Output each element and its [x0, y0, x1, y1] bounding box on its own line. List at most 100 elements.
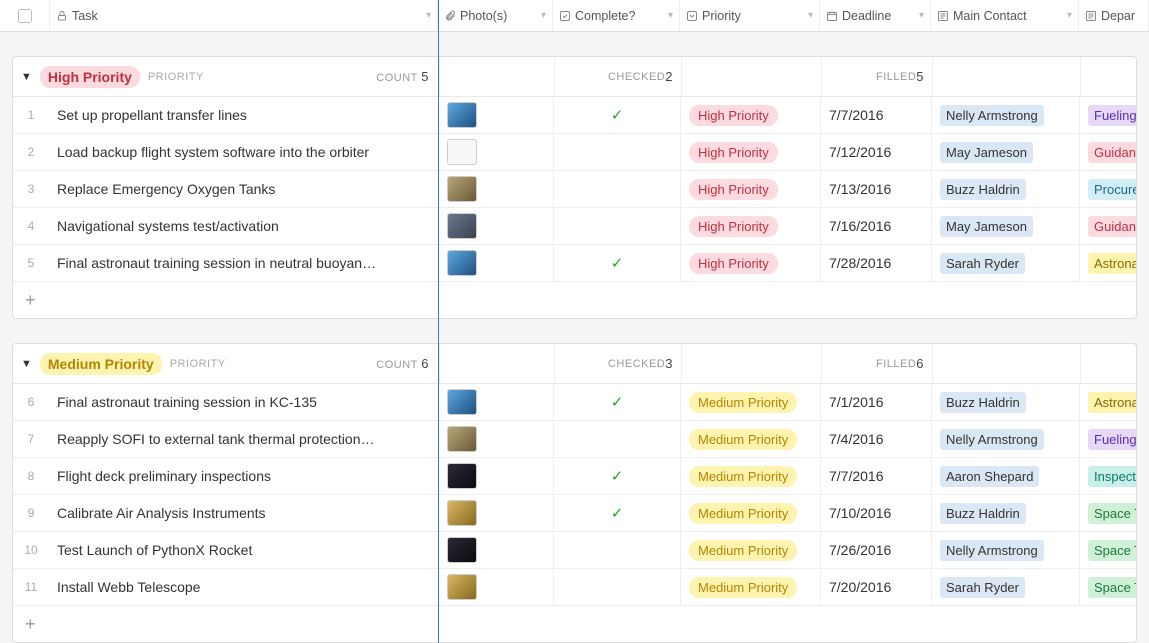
priority-cell[interactable]: Medium Priority — [681, 569, 821, 605]
photo-thumbnail[interactable] — [447, 426, 477, 452]
photo-thumbnail[interactable] — [447, 102, 477, 128]
priority-cell[interactable]: Medium Priority — [681, 532, 821, 568]
complete-cell[interactable] — [554, 569, 681, 605]
table-row[interactable]: 2Load backup flight system software into… — [13, 134, 1136, 171]
photo-cell[interactable] — [439, 97, 554, 133]
task-cell[interactable]: Navigational systems test/activation — [49, 208, 439, 244]
group-title-pill[interactable]: Medium Priority — [40, 353, 162, 375]
complete-cell[interactable]: ✓ — [554, 384, 681, 420]
photo-thumbnail[interactable] — [447, 574, 477, 600]
deadline-cell[interactable]: 7/13/2016 — [821, 171, 932, 207]
priority-cell[interactable]: Medium Priority — [681, 421, 821, 457]
dept-cell[interactable]: Fueling — [1080, 421, 1137, 457]
deadline-cell[interactable]: 7/7/2016 — [821, 458, 932, 494]
chevron-down-icon[interactable]: ▾ — [426, 10, 431, 21]
task-cell[interactable]: Replace Emergency Oxygen Tanks — [49, 171, 439, 207]
photo-thumbnail[interactable] — [447, 139, 477, 165]
task-cell[interactable]: Final astronaut training session in KC-1… — [49, 384, 439, 420]
deadline-cell[interactable]: 7/1/2016 — [821, 384, 932, 420]
table-row[interactable]: 4Navigational systems test/activationHig… — [13, 208, 1136, 245]
chevron-down-icon[interactable]: ▾ — [919, 10, 924, 21]
collapse-toggle[interactable]: ▼ — [21, 71, 32, 83]
photo-cell[interactable] — [439, 134, 554, 170]
chevron-down-icon[interactable]: ▾ — [668, 10, 673, 21]
contact-cell[interactable]: Buzz Haldrin — [932, 171, 1080, 207]
photo-cell[interactable] — [439, 384, 554, 420]
complete-cell[interactable] — [554, 134, 681, 170]
deadline-cell[interactable]: 7/28/2016 — [821, 245, 932, 281]
priority-cell[interactable]: Medium Priority — [681, 495, 821, 531]
deadline-cell[interactable]: 7/4/2016 — [821, 421, 932, 457]
deadline-cell[interactable]: 7/26/2016 — [821, 532, 932, 568]
dept-cell[interactable]: Fueling — [1080, 97, 1137, 133]
task-cell[interactable]: Reapply SOFI to external tank thermal pr… — [49, 421, 439, 457]
select-all-checkbox[interactable] — [18, 9, 32, 23]
priority-cell[interactable]: Medium Priority — [681, 458, 821, 494]
contact-cell[interactable]: Buzz Haldrin — [932, 384, 1080, 420]
complete-cell[interactable] — [554, 421, 681, 457]
dept-cell[interactable]: Astrona — [1080, 384, 1137, 420]
dept-cell[interactable]: Guidanc — [1080, 134, 1137, 170]
task-cell[interactable]: Flight deck preliminary inspections — [49, 458, 439, 494]
photo-cell[interactable] — [439, 495, 554, 531]
photo-cell[interactable] — [439, 171, 554, 207]
chevron-down-icon[interactable]: ▾ — [1067, 10, 1072, 21]
deadline-cell[interactable]: 7/7/2016 — [821, 97, 932, 133]
dept-cell[interactable]: Guidanc — [1080, 208, 1137, 244]
priority-cell[interactable]: High Priority — [681, 134, 821, 170]
contact-cell[interactable]: May Jameson — [932, 134, 1080, 170]
task-cell[interactable]: Final astronaut training session in neut… — [49, 245, 439, 281]
photo-thumbnail[interactable] — [447, 250, 477, 276]
contact-cell[interactable]: Aaron Shepard — [932, 458, 1080, 494]
contact-cell[interactable]: Nelly Armstrong — [932, 532, 1080, 568]
table-row[interactable]: 11Install Webb TelescopeMedium Priority7… — [13, 569, 1136, 606]
photo-thumbnail[interactable] — [447, 500, 477, 526]
task-cell[interactable]: Set up propellant transfer lines — [49, 97, 439, 133]
group-title-pill[interactable]: High Priority — [40, 66, 140, 88]
table-row[interactable]: 3Replace Emergency Oxygen TanksHigh Prio… — [13, 171, 1136, 208]
column-header-photos[interactable]: Photo(s) ▾ — [438, 0, 553, 31]
photo-cell[interactable] — [439, 569, 554, 605]
photo-thumbnail[interactable] — [447, 537, 477, 563]
priority-cell[interactable]: High Priority — [681, 245, 821, 281]
priority-cell[interactable]: High Priority — [681, 208, 821, 244]
task-cell[interactable]: Calibrate Air Analysis Instruments — [49, 495, 439, 531]
table-row[interactable]: 5Final astronaut training session in neu… — [13, 245, 1136, 282]
priority-cell[interactable]: High Priority — [681, 97, 821, 133]
photo-cell[interactable] — [439, 208, 554, 244]
photo-cell[interactable] — [439, 458, 554, 494]
complete-cell[interactable] — [554, 208, 681, 244]
dept-cell[interactable]: Space T — [1080, 532, 1137, 568]
table-row[interactable]: 1Set up propellant transfer lines✓High P… — [13, 97, 1136, 134]
deadline-cell[interactable]: 7/16/2016 — [821, 208, 932, 244]
dept-cell[interactable]: Space T — [1080, 569, 1137, 605]
photo-cell[interactable] — [439, 245, 554, 281]
photo-thumbnail[interactable] — [447, 389, 477, 415]
photo-thumbnail[interactable] — [447, 463, 477, 489]
table-row[interactable]: 10Test Launch of PythonX RocketMedium Pr… — [13, 532, 1136, 569]
add-row-button[interactable]: + — [13, 282, 1136, 318]
contact-cell[interactable]: Sarah Ryder — [932, 569, 1080, 605]
task-cell[interactable]: Install Webb Telescope — [49, 569, 439, 605]
column-header-priority[interactable]: Priority ▾ — [680, 0, 820, 31]
contact-cell[interactable]: Sarah Ryder — [932, 245, 1080, 281]
photo-thumbnail[interactable] — [447, 176, 477, 202]
complete-cell[interactable]: ✓ — [554, 97, 681, 133]
photo-cell[interactable] — [439, 421, 554, 457]
column-header-contact[interactable]: Main Contact ▾ — [931, 0, 1079, 31]
photo-cell[interactable] — [439, 532, 554, 568]
complete-cell[interactable]: ✓ — [554, 458, 681, 494]
chevron-down-icon[interactable]: ▾ — [541, 10, 546, 21]
contact-cell[interactable]: May Jameson — [932, 208, 1080, 244]
table-row[interactable]: 8Flight deck preliminary inspections✓Med… — [13, 458, 1136, 495]
collapse-toggle[interactable]: ▼ — [21, 358, 32, 370]
contact-cell[interactable]: Nelly Armstrong — [932, 97, 1080, 133]
column-header-complete[interactable]: Complete? ▾ — [553, 0, 680, 31]
complete-cell[interactable] — [554, 532, 681, 568]
complete-cell[interactable]: ✓ — [554, 495, 681, 531]
table-row[interactable]: 9Calibrate Air Analysis Instruments✓Medi… — [13, 495, 1136, 532]
contact-cell[interactable]: Nelly Armstrong — [932, 421, 1080, 457]
column-header-deadline[interactable]: Deadline ▾ — [820, 0, 931, 31]
column-header-task[interactable]: Task ▾ — [50, 0, 438, 31]
dept-cell[interactable]: Procure — [1080, 171, 1137, 207]
